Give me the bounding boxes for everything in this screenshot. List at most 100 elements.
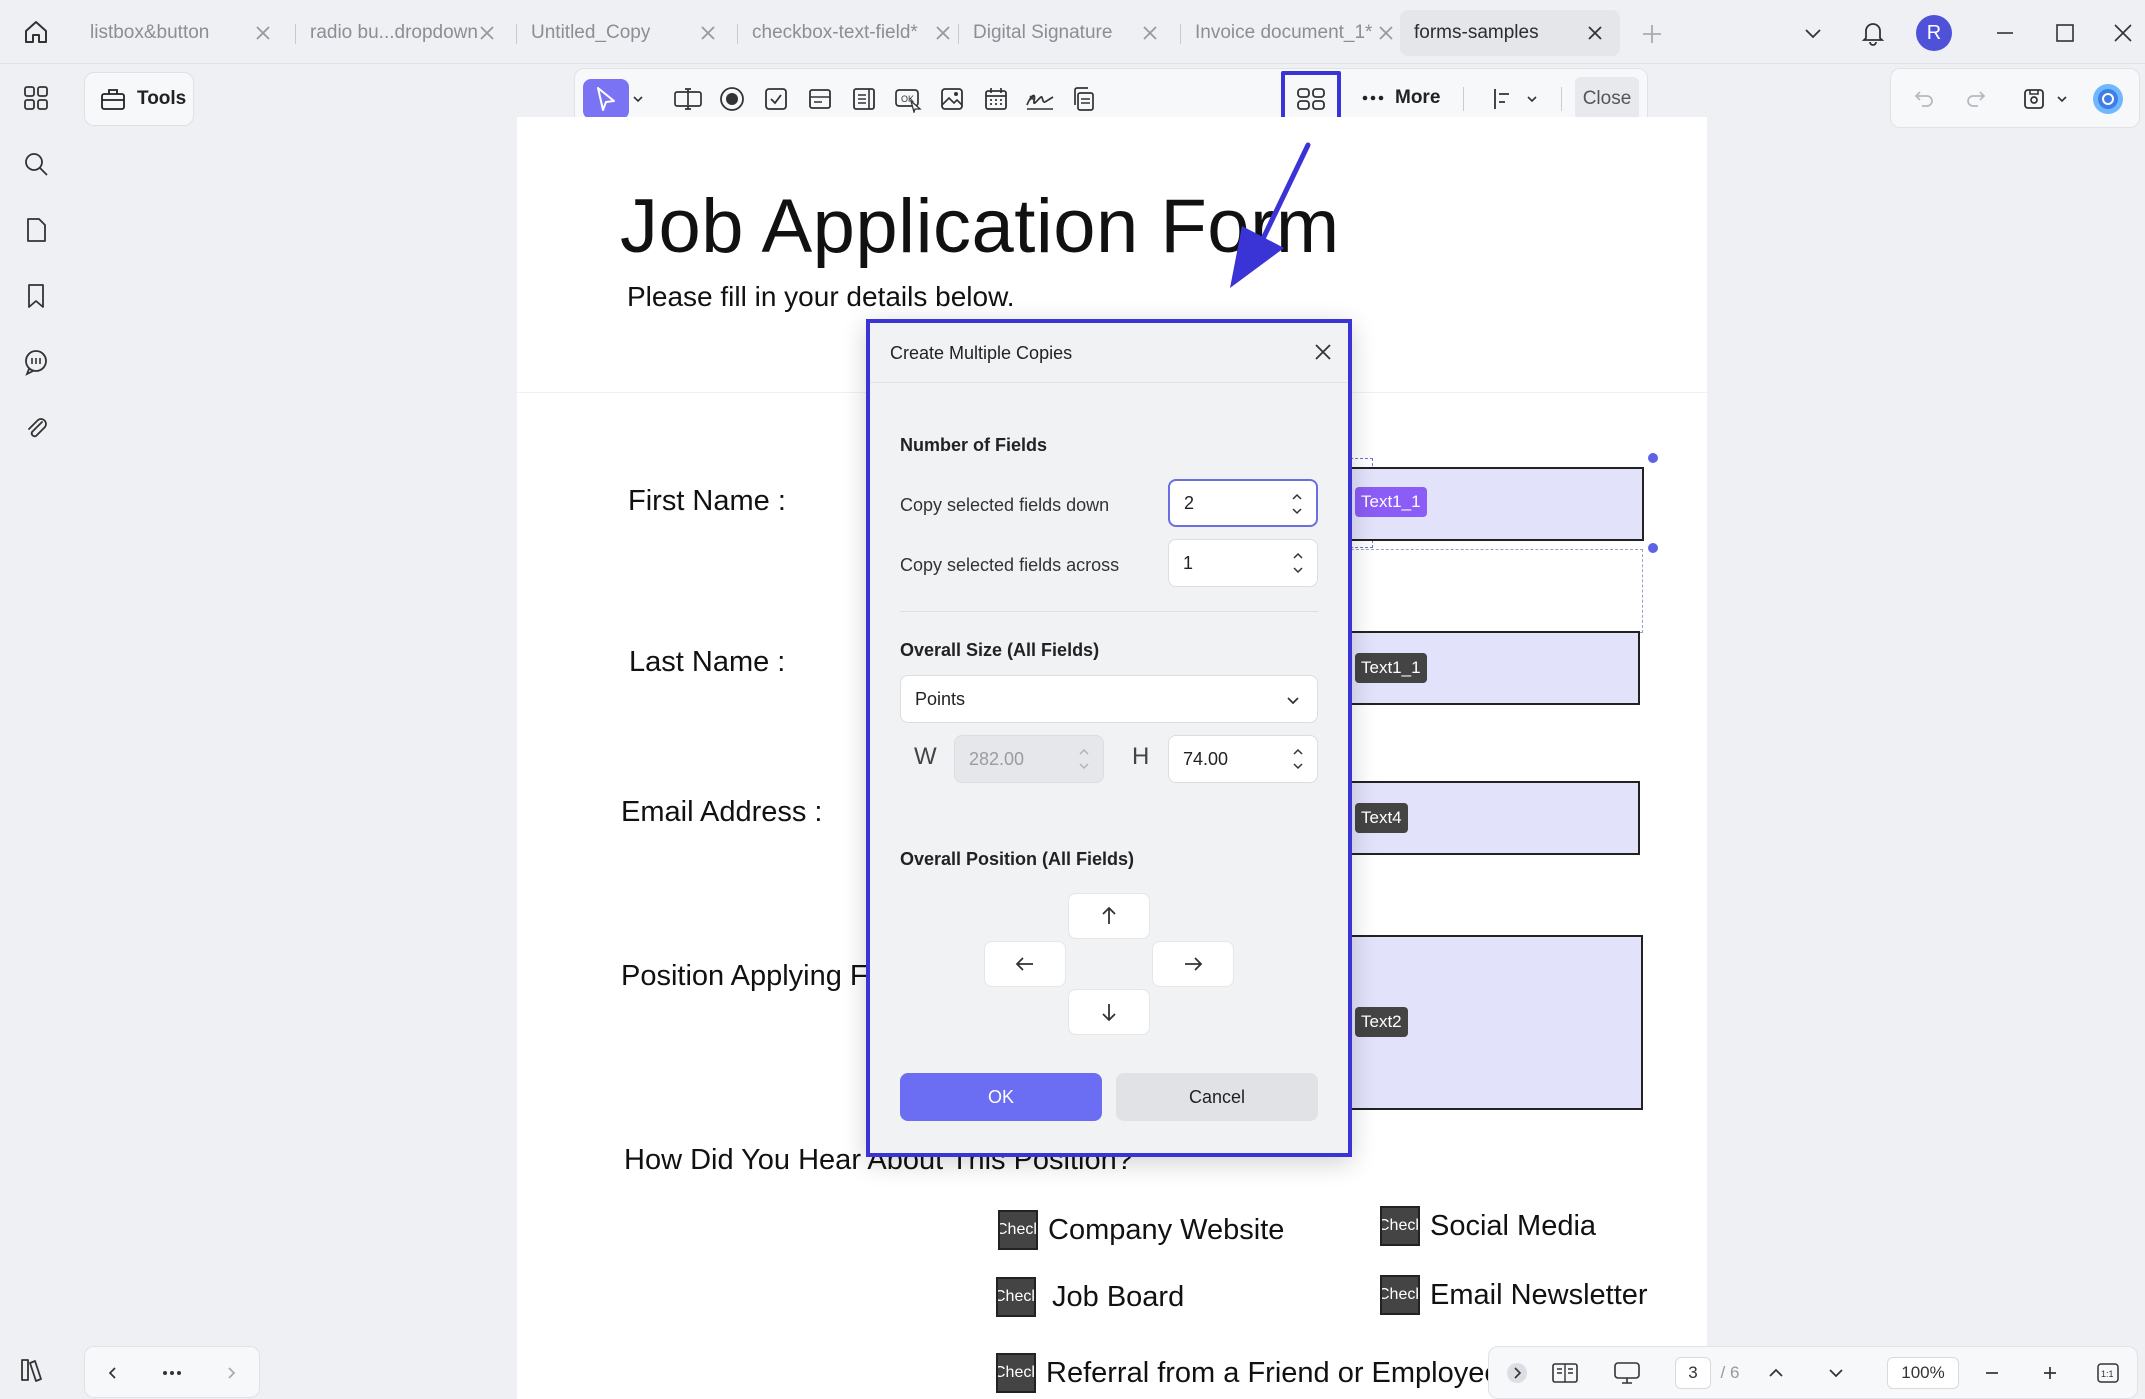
move-up-button[interactable] — [1068, 893, 1150, 939]
bookmarks-button[interactable] — [18, 278, 54, 314]
checkbox[interactable]: Check Box — [998, 1210, 1038, 1250]
stepper-arrows-icon[interactable] — [1291, 546, 1305, 580]
tab-invoice-document[interactable]: Invoice document_1* — [1181, 10, 1397, 56]
multiple-copies-icon — [1295, 85, 1327, 113]
home-button[interactable] — [14, 14, 58, 50]
close-icon[interactable] — [252, 22, 274, 44]
list-box-tool[interactable] — [843, 79, 885, 119]
window-close-button[interactable] — [2106, 16, 2140, 50]
close-icon[interactable] — [932, 22, 954, 44]
toolbox-icon — [99, 86, 127, 112]
close-form-edit-button[interactable]: Close — [1575, 77, 1639, 121]
tools-button[interactable]: Tools — [84, 72, 194, 126]
tab-digital-signature[interactable]: Digital Signature — [959, 10, 1175, 56]
cancel-button[interactable]: Cancel — [1116, 1073, 1318, 1121]
checkbox[interactable]: Check Box — [1380, 1206, 1420, 1246]
actual-size-button[interactable]: 1:1 — [2093, 1357, 2123, 1389]
thumbnails-button[interactable] — [18, 80, 54, 116]
tab-listbox-button[interactable]: listbox&button — [76, 10, 288, 56]
more-pages-button[interactable] — [157, 1357, 187, 1389]
selection-handle[interactable] — [1648, 543, 1658, 553]
select-tool-dropdown[interactable] — [627, 79, 649, 119]
units-dropdown[interactable]: Points — [900, 675, 1318, 723]
close-icon[interactable] — [476, 22, 498, 44]
selection-handle[interactable] — [1648, 453, 1658, 463]
ok-button[interactable]: OK — [900, 1073, 1102, 1121]
pages-button[interactable] — [18, 212, 54, 248]
page-up-button[interactable] — [1761, 1357, 1791, 1389]
current-page-input[interactable]: 3 — [1675, 1357, 1711, 1389]
checkbox-label: Company Website — [1048, 1213, 1285, 1246]
tab-untitled-copy[interactable]: Untitled_Copy — [517, 10, 733, 56]
tab-forms-samples[interactable]: forms-samples — [1400, 10, 1620, 56]
align-dropdown[interactable] — [1521, 79, 1543, 119]
page-down-button[interactable] — [1821, 1357, 1851, 1389]
save-icon — [2021, 86, 2047, 112]
close-icon[interactable] — [697, 22, 719, 44]
new-tab-button[interactable] — [1638, 20, 1666, 48]
tab-radio-dropdown[interactable]: radio bu...dropdown — [296, 10, 512, 56]
zoom-level[interactable]: 100% — [1887, 1357, 1959, 1389]
align-button[interactable] — [1483, 79, 1525, 119]
checkbox-tag: Check Box — [1380, 1217, 1418, 1234]
undo-button[interactable] — [1903, 79, 1945, 119]
copy-down-stepper[interactable]: 2 — [1168, 479, 1318, 527]
avatar[interactable]: R — [1916, 15, 1952, 51]
more-button[interactable]: More — [1361, 87, 1440, 109]
close-icon[interactable] — [1584, 22, 1606, 44]
redo-button[interactable] — [1955, 79, 1997, 119]
radio-button-tool[interactable] — [711, 79, 753, 119]
email-address-label: Email Address : — [621, 796, 823, 828]
reader-mode-button[interactable] — [18, 1355, 54, 1391]
select-tool-button[interactable] — [583, 79, 629, 119]
move-down-button[interactable] — [1068, 989, 1150, 1035]
checkbox-email-newsletter[interactable]: Check Box Email Newsletter — [1380, 1275, 1648, 1315]
expand-status-button[interactable] — [1503, 1357, 1531, 1389]
dialog-close-button[interactable] — [1308, 337, 1338, 367]
close-icon[interactable] — [1375, 22, 1397, 44]
presentation-button[interactable] — [1607, 1357, 1647, 1389]
previous-button[interactable] — [99, 1357, 127, 1389]
attachments-button[interactable] — [18, 410, 54, 446]
move-right-button[interactable] — [1152, 941, 1234, 987]
stepper-arrows-icon[interactable] — [1290, 487, 1304, 521]
save-button[interactable] — [2013, 79, 2055, 119]
checkbox-job-board[interactable]: Check Box Job Board — [996, 1277, 1184, 1317]
zoom-out-button[interactable] — [1977, 1357, 2007, 1389]
duplicate-tool[interactable] — [1063, 79, 1105, 119]
notifications-button[interactable] — [1856, 16, 1890, 50]
checkbox[interactable]: Check Box — [996, 1353, 1036, 1393]
height-stepper[interactable]: 74.00 — [1168, 735, 1318, 783]
tab-list-button[interactable] — [1796, 16, 1830, 50]
checkbox[interactable]: Check Box — [1380, 1275, 1420, 1315]
date-field-tool[interactable] — [975, 79, 1017, 119]
button-tool[interactable]: OK — [887, 79, 929, 119]
search-button[interactable] — [18, 146, 54, 182]
checkbox-referral[interactable]: Check Box Referral from a Friend or Empl… — [996, 1353, 1501, 1393]
page-layout-button[interactable] — [1547, 1357, 1583, 1389]
stepper-arrows-icon[interactable] — [1291, 742, 1305, 776]
checkbox-tool[interactable] — [755, 79, 797, 119]
close-icon — [2112, 22, 2134, 44]
zoom-in-button[interactable] — [2035, 1357, 2065, 1389]
dropdown-tool[interactable] — [799, 79, 841, 119]
next-button[interactable] — [217, 1357, 245, 1389]
comments-button[interactable] — [18, 344, 54, 380]
checkbox-company-website[interactable]: Check Box Company Website — [998, 1210, 1284, 1250]
book-icon — [18, 1355, 54, 1385]
copy-across-stepper[interactable]: 1 — [1168, 539, 1318, 587]
text-field-tool[interactable] — [667, 79, 709, 119]
width-stepper[interactable]: 282.00 — [954, 735, 1104, 783]
move-left-button[interactable] — [984, 941, 1066, 987]
checkbox-social-media[interactable]: Check Box Social Media — [1380, 1206, 1596, 1246]
close-icon[interactable] — [1139, 22, 1161, 44]
save-dropdown[interactable] — [2051, 79, 2073, 119]
checkbox[interactable]: Check Box — [996, 1277, 1036, 1317]
signature-tool[interactable] — [1019, 79, 1061, 119]
ai-assistant-button[interactable] — [2087, 79, 2129, 119]
minimize-button[interactable] — [1988, 16, 2022, 50]
tab-checkbox-text-field[interactable]: checkbox-text-field* — [738, 10, 954, 56]
plus-icon — [2041, 1364, 2059, 1382]
maximize-button[interactable] — [2048, 16, 2082, 50]
image-field-tool[interactable] — [931, 79, 973, 119]
